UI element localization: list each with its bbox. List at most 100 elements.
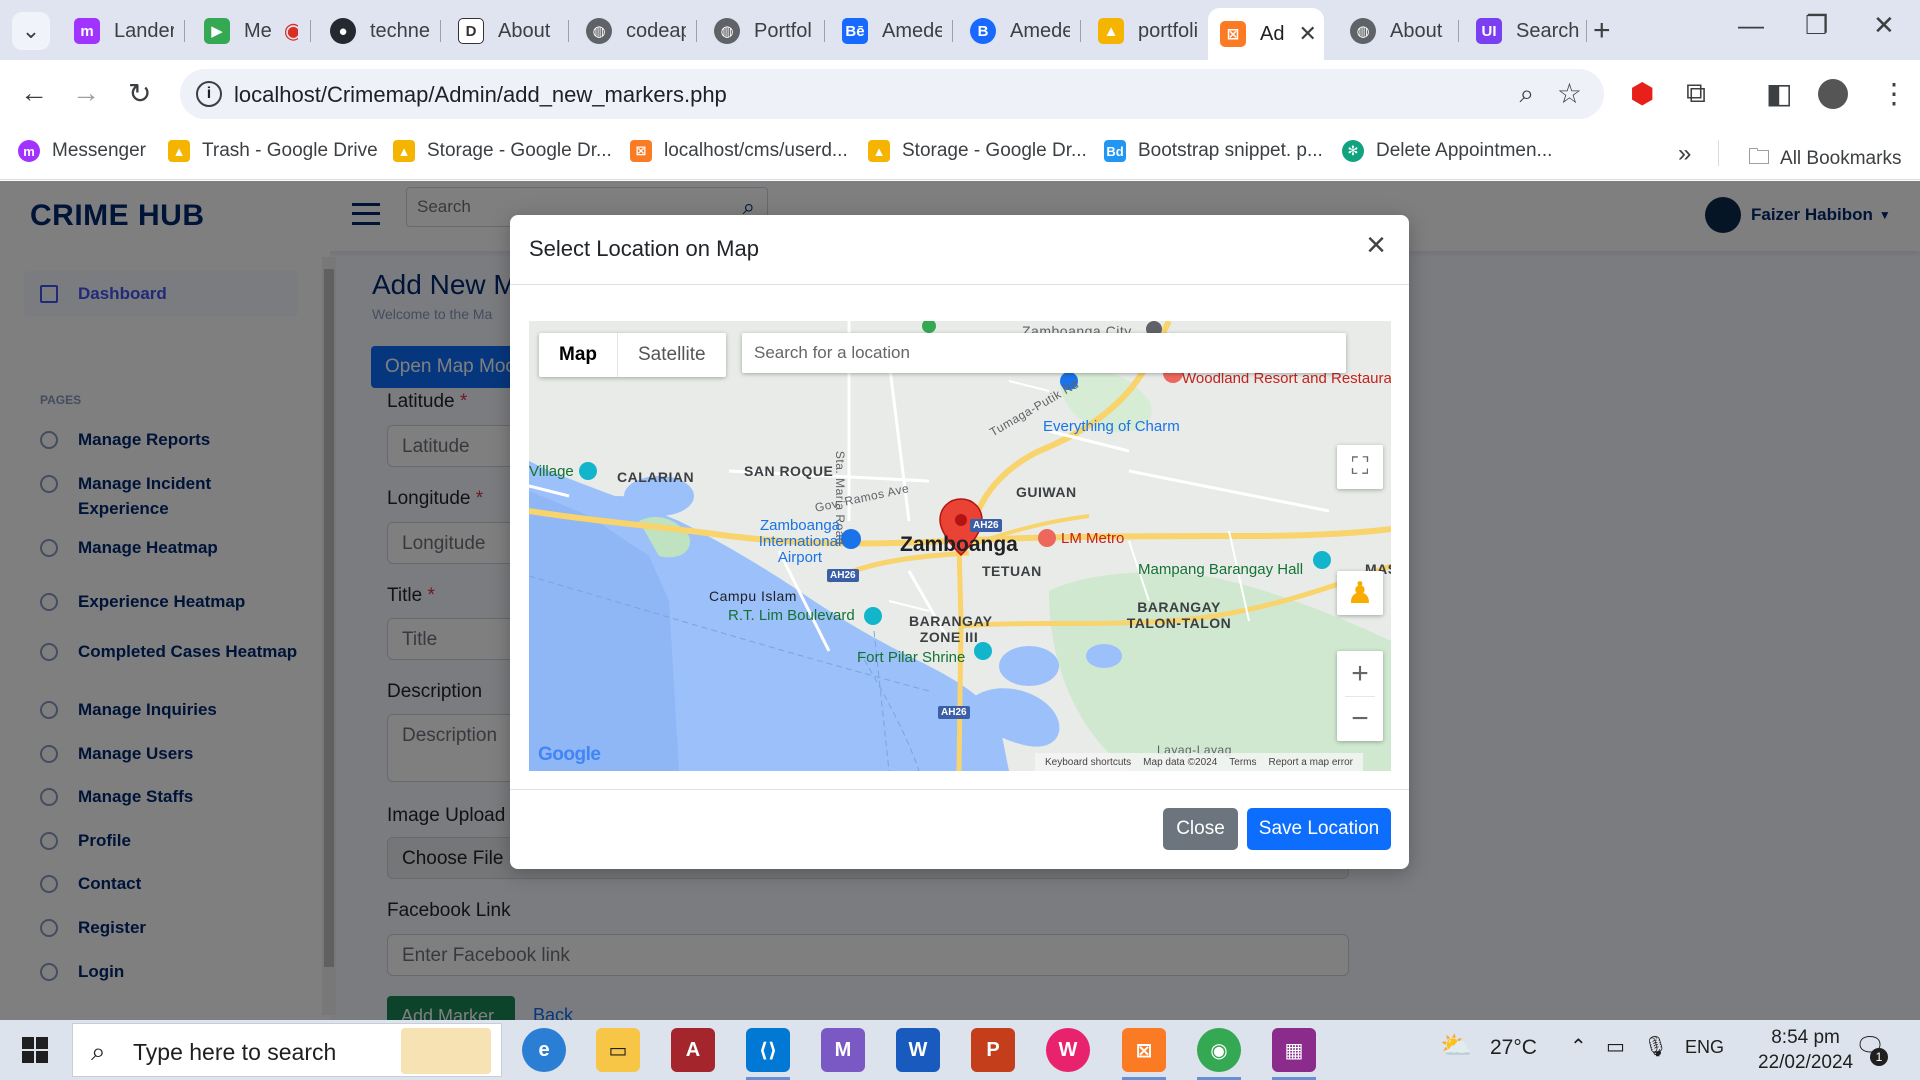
tab-search[interactable]: UI Search <box>1464 10 1582 52</box>
windows-start-icon[interactable] <box>22 1037 48 1063</box>
map-data-text: Map data ©2024 <box>1143 756 1218 768</box>
language-indicator[interactable]: ENG <box>1685 1037 1724 1058</box>
google-logo[interactable]: Google <box>538 744 601 766</box>
map-label: R.T. Lim Boulevard <box>728 607 855 624</box>
keyboard-shortcuts-link[interactable]: Keyboard shortcuts <box>1045 757 1131 768</box>
map-attribution: Keyboard shortcuts Map data ©2024 Terms … <box>1035 753 1363 771</box>
visual-studio-icon[interactable]: M <box>821 1028 865 1072</box>
notification-badge: 1 <box>1870 1048 1888 1066</box>
openai-icon: ✻ <box>1342 140 1364 162</box>
zoom-out-icon[interactable]: − <box>1351 697 1369 741</box>
map-label: Campu Islam <box>709 588 797 604</box>
windows-taskbar: ⌕ Type here to search e ▭ A ⟨⟩ M W P W ⊠… <box>0 1020 1920 1080</box>
bookmark-localhost[interactable]: ⊠ localhost/cms/userd... <box>630 140 848 162</box>
profile-avatar-icon[interactable] <box>1818 79 1848 109</box>
back-arrow-icon[interactable]: ← <box>20 77 48 109</box>
tab-lander[interactable]: m Lander <box>62 10 174 52</box>
map-label: CALARIAN <box>617 469 695 485</box>
word-icon[interactable]: W <box>896 1028 940 1072</box>
map-label: BARANGAY TALON-TALON <box>1126 599 1232 631</box>
powerpoint-icon[interactable]: P <box>971 1028 1015 1072</box>
close-tab-icon[interactable]: ✕ <box>1298 21 1316 47</box>
tab-behance-2[interactable]: B Amede <box>958 10 1070 52</box>
map-location-search-input[interactable]: Search for a location <box>742 333 1346 373</box>
bookmark-storage-drive-2[interactable]: ▲ Storage - Google Dr... <box>868 140 1087 162</box>
bookmark-storage-drive-1[interactable]: ▲ Storage - Google Dr... <box>393 140 612 162</box>
tab-active[interactable]: ⊠ Ad ✕ <box>1208 8 1324 60</box>
close-icon[interactable]: × <box>1361 228 1391 262</box>
map-type-map-button[interactable]: Map <box>539 333 618 377</box>
close-button[interactable]: Close <box>1163 808 1238 850</box>
drive-icon: ▲ <box>168 140 190 162</box>
wps-icon[interactable]: W <box>1046 1028 1090 1072</box>
recording-icon: ◉ <box>283 18 298 43</box>
messenger-icon: m <box>74 18 100 44</box>
map-label: SAN ROQUE <box>744 463 834 479</box>
save-location-button[interactable]: Save Location <box>1247 808 1391 850</box>
xampp-icon[interactable]: ⊠ <box>1122 1028 1166 1080</box>
road-badge: AH26 <box>827 569 859 582</box>
reload-icon[interactable]: ↻ <box>128 77 151 110</box>
access-icon[interactable]: A <box>671 1028 715 1072</box>
battery-icon[interactable]: ▭ <box>1606 1034 1625 1059</box>
tab-codeap[interactable]: ◍ codeap <box>574 10 686 52</box>
map-label: TETUAN <box>982 563 1042 579</box>
extensions-puzzle-icon[interactable]: ⧉ <box>1686 77 1706 110</box>
meet-icon: ▶ <box>204 18 230 44</box>
temperature-text[interactable]: 27°C <box>1490 1036 1537 1060</box>
bookmark-bootstrap[interactable]: Bd Bootstrap snippet. p... <box>1104 140 1323 162</box>
side-panel-icon[interactable]: ◧ <box>1766 77 1792 110</box>
restore-button[interactable]: ❐ <box>1805 10 1828 41</box>
ui-icon: UI <box>1476 18 1502 44</box>
chrome-icon[interactable]: ◉ <box>1197 1028 1241 1080</box>
edge-icon[interactable]: e <box>522 1028 566 1072</box>
behance-icon: Bē <box>842 18 868 44</box>
drive-icon: ▲ <box>1098 18 1124 44</box>
tab-meet[interactable]: ▶ Me ◉ <box>192 10 298 52</box>
tab-drive[interactable]: ▲ portfoli <box>1086 10 1198 52</box>
street-view-pegman-icon[interactable]: ♟ <box>1337 571 1383 615</box>
tab-portfolio[interactable]: ◍ Portfoli <box>702 10 812 52</box>
drive-icon: ▲ <box>393 140 415 162</box>
weather-cloud-icon[interactable]: ⛅ <box>1440 1030 1472 1061</box>
system-clock[interactable]: 8:54 pm 22/02/2024 <box>1758 1025 1853 1075</box>
address-bar[interactable]: i localhost/Crimemap/Admin/add_new_marke… <box>180 69 1604 119</box>
url-text[interactable]: localhost/Crimemap/Admin/add_new_markers… <box>234 82 727 108</box>
bookmark-trash-drive[interactable]: ▲ Trash - Google Drive <box>168 140 378 162</box>
adblock-extension-icon[interactable]: ⬢ <box>1630 77 1654 110</box>
zoom-in-icon[interactable]: + <box>1351 651 1369 696</box>
more-bookmarks-icon[interactable]: » <box>1678 140 1691 168</box>
new-tab-button[interactable]: + <box>1593 14 1611 48</box>
kebab-menu-icon[interactable]: ⋮ <box>1880 77 1908 110</box>
fullscreen-icon[interactable]: ⛶ <box>1337 445 1383 489</box>
bookmark-delete-appointment[interactable]: ✻ Delete Appointmen... <box>1342 140 1552 162</box>
road-badge: AH26 <box>970 519 1002 532</box>
minimize-button[interactable]: — <box>1738 10 1764 41</box>
winrar-icon[interactable]: ▦ <box>1272 1028 1316 1080</box>
tab-behance-1[interactable]: Bē Amede <box>830 10 942 52</box>
close-window-button[interactable]: ✕ <box>1873 10 1895 41</box>
tab-search-button[interactable]: ⌄ <box>12 12 50 50</box>
map-label: Woodland Resort and Restaurant <box>1182 370 1391 387</box>
report-error-link[interactable]: Report a map error <box>1269 757 1353 768</box>
zoom-icon[interactable]: ⌕ <box>1519 78 1534 110</box>
forward-arrow-icon[interactable]: → <box>72 77 100 109</box>
messenger-icon: m <box>18 140 40 162</box>
globe-icon: ◍ <box>586 18 612 44</box>
microphone-icon[interactable]: 🎙 <box>1643 1034 1668 1059</box>
modal-header: Select Location on Map × <box>510 215 1409 285</box>
file-explorer-icon[interactable]: ▭ <box>596 1028 640 1072</box>
map-view[interactable]: Zamboanga City Woodland Resort and Resta… <box>529 321 1391 771</box>
tab-github[interactable]: ● techne <box>318 10 442 52</box>
vscode-icon[interactable]: ⟨⟩ <box>746 1028 790 1080</box>
map-type-satellite-button[interactable]: Satellite <box>618 333 726 377</box>
site-info-icon[interactable]: i <box>196 81 222 107</box>
all-bookmarks-folder[interactable]: 🗀 All Bookmarks <box>1748 140 1901 178</box>
chevron-up-icon[interactable]: ⌃ <box>1570 1034 1587 1059</box>
terms-link[interactable]: Terms <box>1229 757 1256 768</box>
bookmark-messenger[interactable]: m Messenger <box>18 140 146 162</box>
bookmark-star-icon[interactable]: ☆ <box>1557 77 1582 110</box>
tab-about[interactable]: D About <box>446 10 566 52</box>
tab-about-2[interactable]: ◍ About <box>1338 10 1448 52</box>
taskbar-search-input[interactable]: ⌕ Type here to search <box>72 1023 502 1077</box>
